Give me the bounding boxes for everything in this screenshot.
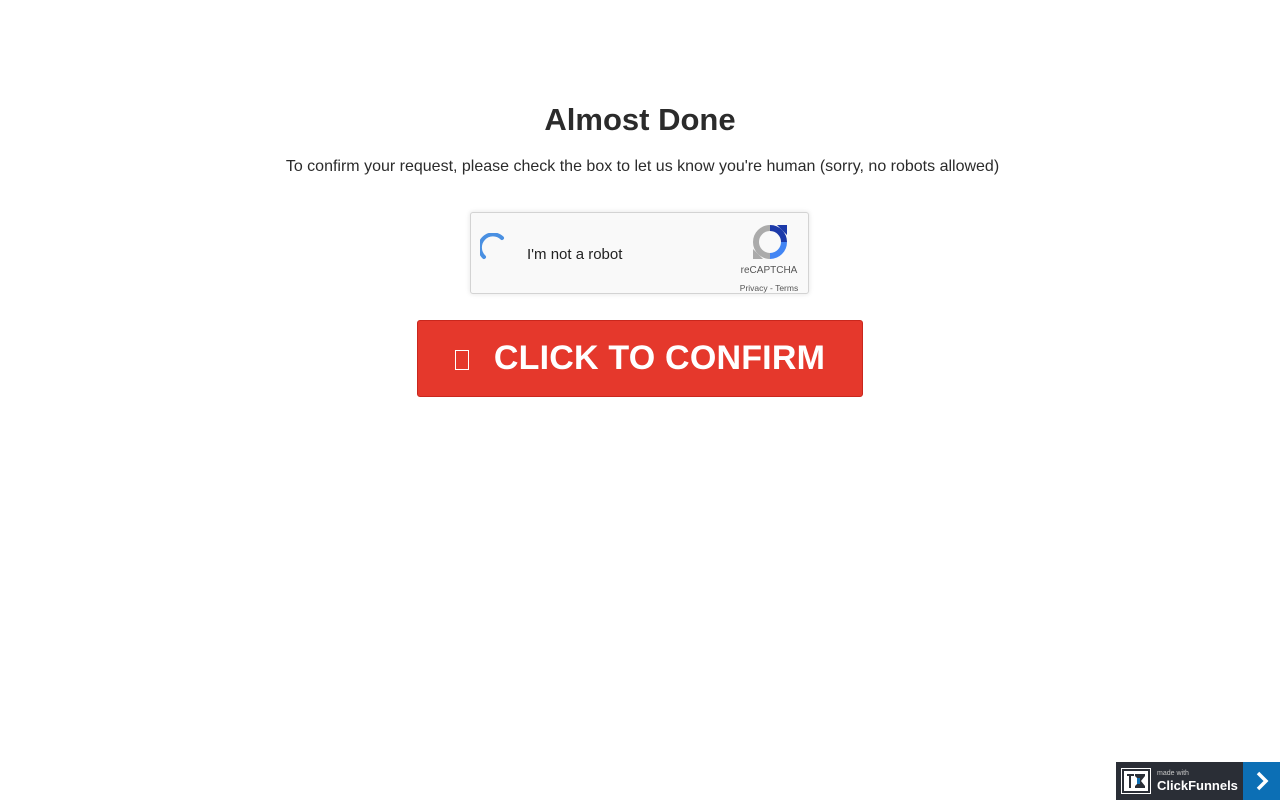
confirm-button-label: CLICK TO CONFIRM [493,339,826,377]
loading-spinner-icon[interactable] [480,233,510,263]
page-subtitle: To confirm your request, please check th… [285,158,1000,175]
page-title: Almost Done [544,102,736,137]
terms-link[interactable]: Terms [775,283,798,293]
badge-text: made with ClickFunnels [1157,770,1238,792]
recaptcha-logo-icon [753,225,787,259]
links-separator: - [767,283,776,293]
recaptcha-brand: reCAPTCHA [740,265,798,276]
badge-arrow[interactable] [1243,762,1280,800]
privacy-link[interactable]: Privacy [740,283,768,293]
page: Almost Done To confirm your request, ple… [0,0,1280,800]
badge-made-with: made with [1157,770,1189,777]
badge-name: ClickFunnels [1157,778,1238,793]
chevron-right-icon [1256,771,1268,791]
captcha-label: I'm not a robot [527,246,623,263]
clickfunnels-badge[interactable]: made with ClickFunnels [1116,762,1280,800]
captcha-links: Privacy - Terms [721,283,817,293]
badge-main: made with ClickFunnels [1116,762,1243,800]
square-outline-icon [454,349,469,370]
clickfunnels-logo-icon [1121,768,1151,794]
confirm-button[interactable]: CLICK TO CONFIRM [417,320,863,397]
recaptcha-widget: I'm not a robot reCAPTCHA Privacy - Term… [470,212,809,294]
